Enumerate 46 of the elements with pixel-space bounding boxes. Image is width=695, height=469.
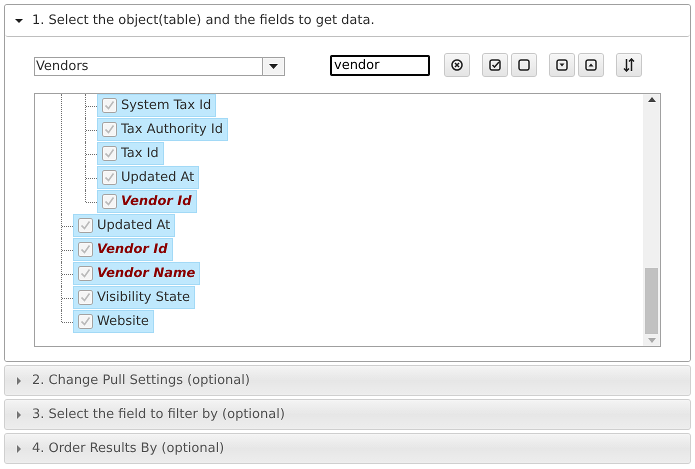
tree-item[interactable]: System Tax Id bbox=[97, 94, 216, 117]
checkbox[interactable] bbox=[78, 242, 93, 257]
checkbox[interactable] bbox=[102, 146, 117, 161]
caret-right-icon bbox=[15, 444, 23, 452]
checkbox[interactable] bbox=[78, 314, 93, 329]
scroll-down-icon[interactable] bbox=[648, 338, 656, 343]
square-down-icon bbox=[556, 59, 568, 71]
checkbox[interactable] bbox=[102, 194, 117, 209]
tree-item[interactable]: Updated At bbox=[97, 166, 200, 189]
clear-button[interactable] bbox=[444, 53, 470, 77]
caret-down-icon bbox=[269, 64, 278, 69]
checkbox[interactable] bbox=[78, 266, 93, 281]
search-field[interactable]: vendor bbox=[330, 54, 430, 76]
section-header[interactable]: 2. Change Pull Settings (optional) bbox=[4, 365, 691, 396]
square-icon bbox=[518, 59, 530, 71]
sort-button[interactable] bbox=[616, 53, 642, 77]
collapse-all-button[interactable] bbox=[578, 53, 604, 77]
tree-item[interactable]: Tax Authority Id bbox=[97, 118, 228, 141]
checkbox[interactable] bbox=[102, 170, 117, 185]
scroll-up-icon[interactable] bbox=[648, 97, 656, 102]
tree-item[interactable]: Visibility State bbox=[73, 286, 196, 309]
square-up-icon bbox=[585, 59, 597, 71]
tree-item[interactable]: Vendor Name bbox=[73, 262, 200, 285]
checkbox[interactable] bbox=[78, 290, 93, 305]
checkbox[interactable] bbox=[102, 98, 117, 113]
section-header[interactable]: 3. Select the field to filter by (optional) bbox=[4, 399, 691, 430]
caret-down-icon bbox=[15, 16, 23, 24]
tree-item[interactable]: Website bbox=[73, 310, 154, 333]
tree-item[interactable]: Vendor Id bbox=[73, 238, 173, 261]
checkbox[interactable] bbox=[78, 218, 93, 233]
tree-item[interactable]: Tax Id bbox=[97, 142, 164, 165]
tree-item[interactable]: Vendor Id bbox=[97, 190, 197, 213]
caret-right-icon bbox=[15, 376, 23, 384]
check-all-button[interactable] bbox=[482, 53, 508, 77]
expand-all-button[interactable] bbox=[549, 53, 575, 77]
checkbox[interactable] bbox=[102, 122, 117, 137]
caret-right-icon bbox=[15, 410, 23, 418]
object-dropdown[interactable]: Vendors bbox=[34, 57, 285, 76]
clear-icon bbox=[451, 59, 463, 71]
checked-box-icon bbox=[489, 59, 501, 71]
tree-item[interactable]: Updated At bbox=[73, 214, 176, 237]
sort-arrows-icon bbox=[623, 58, 635, 72]
section-header[interactable]: 4. Order Results By (optional) bbox=[4, 433, 691, 464]
scrollbar[interactable] bbox=[643, 94, 660, 346]
scrollbar-thumb[interactable] bbox=[645, 268, 658, 334]
uncheck-all-button[interactable] bbox=[511, 53, 537, 77]
